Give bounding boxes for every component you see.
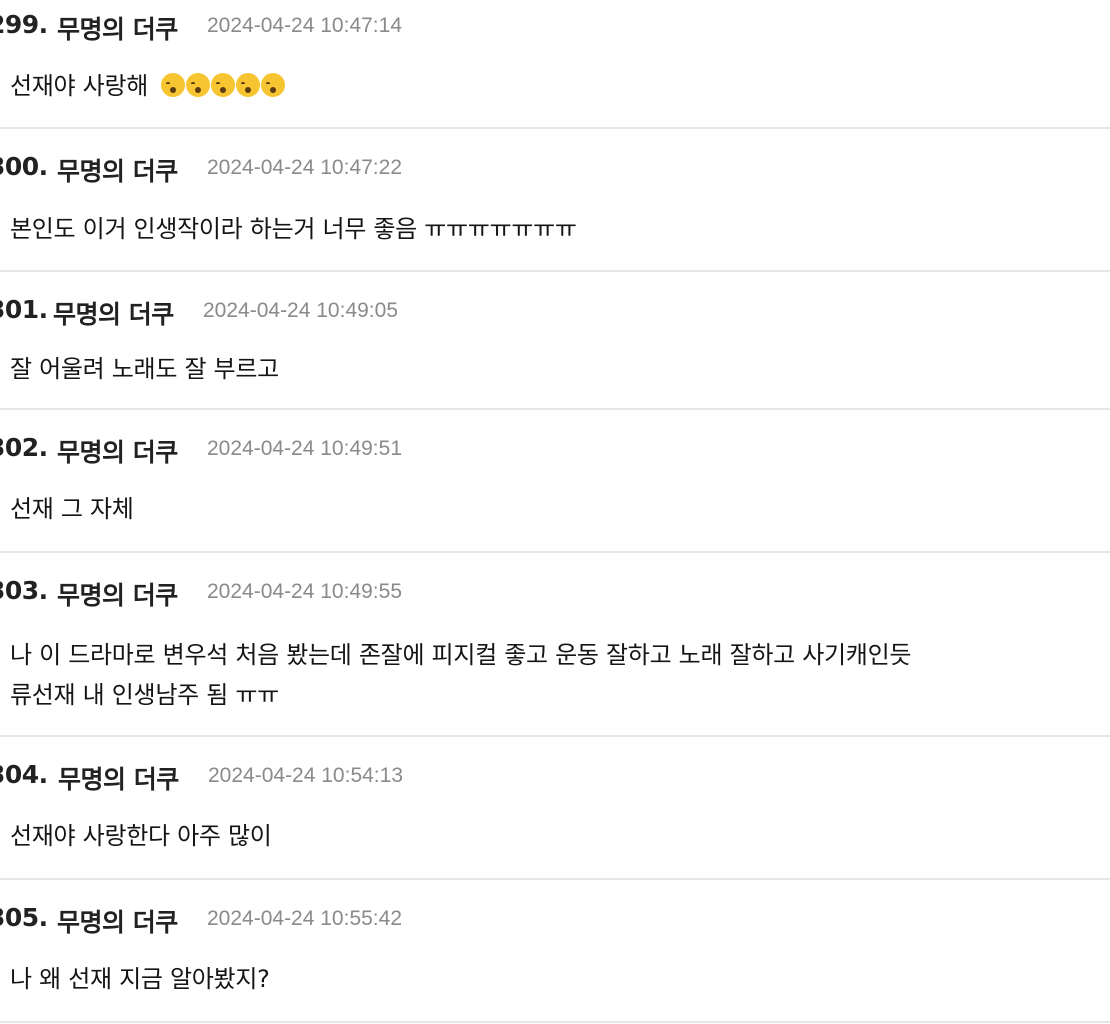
- comment-body: 잘 어울려 노래도 잘 부르고: [10, 351, 279, 387]
- loudly-crying-face-icon: [186, 73, 211, 97]
- comment-number: 305.: [0, 903, 48, 932]
- loudly-crying-face-icon: [211, 73, 236, 97]
- loudly-crying-face-icon: [236, 73, 261, 97]
- comment-number: 304.: [0, 760, 48, 789]
- comment-author[interactable]: 무명의 더쿠: [57, 10, 178, 46]
- comment-item: 302. 무명의 더쿠 2024-04-24 10:49:51 선재 그 자체: [0, 410, 1110, 553]
- comment-timestamp: 2024-04-24 10:47:22: [207, 156, 402, 179]
- comment-number: 302.: [0, 433, 48, 462]
- comment-text-line: 선재야 사랑한다 아주 많이: [10, 822, 272, 850]
- comment-item: 303. 무명의 더쿠 2024-04-24 10:49:55 나 이 드라마로…: [0, 553, 1110, 737]
- comment-author[interactable]: 무명의 더쿠: [57, 576, 178, 612]
- comment-author[interactable]: 무명의 더쿠: [57, 903, 178, 939]
- comment-body: 나 왜 선재 지금 알아봤지?: [10, 961, 270, 997]
- comment-body: 선재야 사랑한다 아주 많이: [10, 818, 272, 854]
- comment-number: 301.: [0, 295, 48, 324]
- comment-author[interactable]: 무명의 더쿠: [57, 152, 178, 188]
- comment-timestamp: 2024-04-24 10:47:14: [207, 14, 402, 37]
- comment-text-line: 선재야 사랑해: [10, 72, 149, 100]
- comment-item: 299. 무명의 더쿠 2024-04-24 10:47:14 선재야 사랑해: [0, 0, 1110, 129]
- comment-text-line: 나 왜 선재 지금 알아봤지?: [10, 965, 270, 993]
- comment-timestamp: 2024-04-24 10:49:05: [203, 299, 398, 322]
- comment-number: 300.: [0, 152, 48, 181]
- comment-body: 선재 그 자체: [10, 491, 134, 527]
- comment-text-line: 류선재 내 인생남주 됨 ㅠㅠ: [10, 681, 279, 709]
- comment-item: 300. 무명의 더쿠 2024-04-24 10:47:22 본인도 이거 인…: [0, 129, 1110, 272]
- comment-body: 선재야 사랑해: [10, 68, 286, 104]
- comment-timestamp: 2024-04-24 10:55:42: [207, 907, 402, 930]
- loudly-crying-face-icon: [161, 73, 186, 97]
- comment-timestamp: 2024-04-24 10:49:51: [207, 437, 402, 460]
- comment-body: 나 이 드라마로 변우석 처음 봤는데 존잘에 피지컬 좋고 운동 잘하고 노래…: [10, 635, 911, 715]
- comment-list: 299. 무명의 더쿠 2024-04-24 10:47:14 선재야 사랑해 …: [0, 0, 1110, 1024]
- comment-number: 299.: [0, 10, 48, 39]
- comment-author[interactable]: 무명의 더쿠: [58, 760, 179, 796]
- comment-item: 301. 무명의 더쿠 2024-04-24 10:49:05 잘 어울려 노래…: [0, 272, 1110, 410]
- comment-number: 303.: [0, 576, 48, 605]
- comment-text-line: 본인도 이거 인생작이라 하는거 너무 좋음 ㅠㅠㅠㅠㅠㅠㅠ: [10, 215, 577, 243]
- comment-author[interactable]: 무명의 더쿠: [53, 295, 174, 331]
- comment-text-line: 나 이 드라마로 변우석 처음 봤는데 존잘에 피지컬 좋고 운동 잘하고 노래…: [10, 641, 912, 669]
- emoji-group: [161, 72, 286, 100]
- comment-item: 305. 무명의 더쿠 2024-04-24 10:55:42 나 왜 선재 지…: [0, 880, 1110, 1023]
- loudly-crying-face-icon: [261, 73, 286, 97]
- comment-author[interactable]: 무명의 더쿠: [57, 433, 178, 469]
- comment-text-line: 잘 어울려 노래도 잘 부르고: [10, 355, 279, 383]
- comment-text-line: 선재 그 자체: [10, 495, 134, 523]
- comment-item: 304. 무명의 더쿠 2024-04-24 10:54:13 선재야 사랑한다…: [0, 737, 1110, 880]
- comment-timestamp: 2024-04-24 10:54:13: [208, 764, 403, 787]
- comment-body: 본인도 이거 인생작이라 하는거 너무 좋음 ㅠㅠㅠㅠㅠㅠㅠ: [10, 211, 577, 247]
- comment-timestamp: 2024-04-24 10:49:55: [207, 580, 402, 603]
